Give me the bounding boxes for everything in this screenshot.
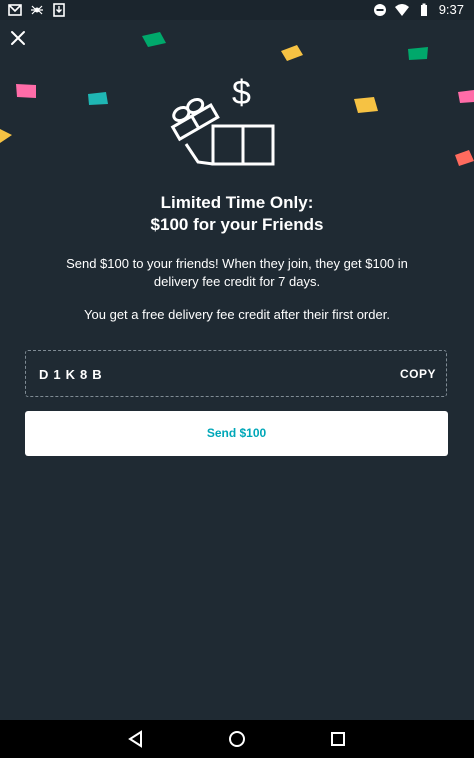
recents-icon [331,732,345,746]
confetti-piece [458,90,474,103]
status-bar: 9:37 [0,0,474,20]
system-nav-bar [0,720,474,758]
promo-title-line1: Limited Time Only: [160,193,314,212]
back-icon [128,730,142,748]
download-icon [52,3,66,17]
spider-icon [30,3,44,17]
confetti-piece [142,32,166,47]
home-icon [229,731,245,747]
confetti-piece [455,150,474,166]
promo-title: Limited Time Only: $100 for your Friends [0,192,474,236]
gmail-icon [8,3,22,17]
home-button[interactable] [227,729,247,749]
svg-text:$: $ [232,74,251,112]
gift-dollar-icon: $ [168,72,278,172]
confetti-piece [16,84,36,98]
promo-description-line2: delivery fee credit for 7 days. [153,274,321,289]
send-button[interactable]: Send $100 [25,411,448,456]
referral-code-box: D1K8B COPY [25,350,447,397]
confetti-piece [88,92,108,105]
close-icon [11,31,25,45]
status-time: 9:37 [438,2,464,17]
referral-code: D1K8B [39,367,107,382]
do-not-disturb-icon [373,3,387,17]
copy-button[interactable]: COPY [400,367,436,381]
status-left-icons [8,3,66,17]
wifi-icon [394,3,409,17]
confetti-piece [408,47,428,60]
battery-icon [417,3,431,17]
confetti-piece [354,97,378,113]
status-right-icons: 9:37 [373,2,464,18]
promo-sub-text: You get a free delivery fee credit after… [84,307,390,322]
confetti-piece [281,45,303,61]
promo-title-line2: $100 for your Friends [150,215,324,234]
confetti-piece [0,129,12,143]
back-button[interactable] [126,729,146,749]
promo-description: Send $100 to your friends! When they joi… [0,255,474,291]
recents-button[interactable] [328,729,348,749]
close-button[interactable] [6,26,30,50]
promo-description-line1: Send $100 to your friends! When they joi… [66,256,408,271]
